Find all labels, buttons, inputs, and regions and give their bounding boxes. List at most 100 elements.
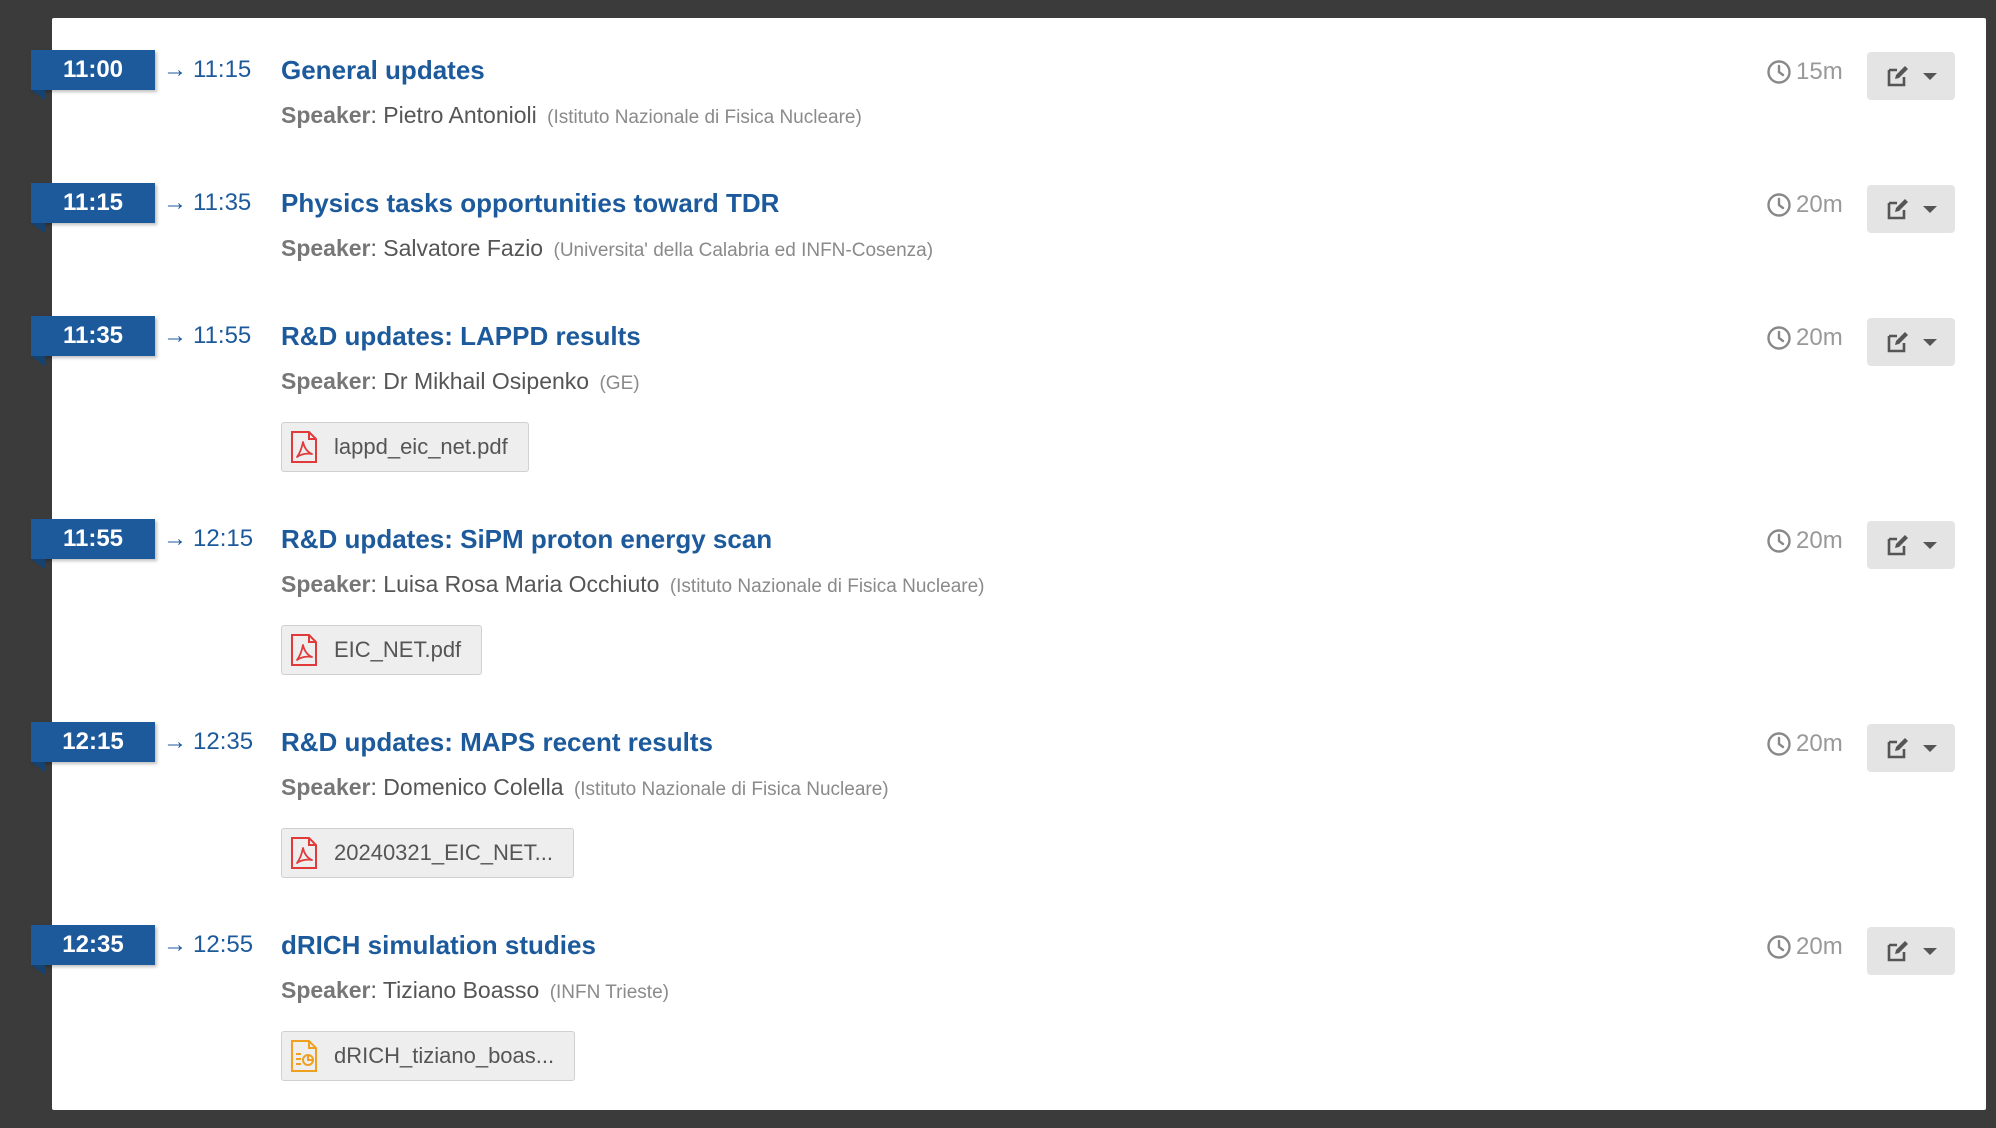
arrow-right-icon: → (163, 56, 187, 83)
speaker-name: Pietro Antonioli (383, 102, 537, 128)
duration: 20m (1766, 185, 1843, 225)
speaker-label: Speaker (281, 774, 371, 800)
end-time-value: 12:15 (193, 525, 254, 552)
edit-icon (1887, 66, 1908, 87)
speaker-line: Speaker: Luisa Rosa Maria Occhiuto (Isti… (281, 571, 985, 597)
speaker-affiliation: (GE) (599, 373, 640, 394)
start-time-flag: 12:35 (31, 925, 155, 975)
attachment-button[interactable]: dRICH_tiziano_boas... (281, 1031, 576, 1081)
speaker-name: Salvatore Fazio (383, 235, 544, 261)
speaker-label: Speaker (281, 102, 371, 128)
speaker-line: Speaker: Pietro Antonioli (Istituto Nazi… (281, 102, 862, 128)
pdf-file-icon (291, 431, 317, 463)
edit-icon (1887, 332, 1908, 353)
arrow-right-icon: → (163, 189, 187, 216)
clock-icon (1767, 326, 1791, 350)
start-time-flag: 11:00 (31, 50, 155, 100)
attachment-filename: lappd_eic_net.pdf (334, 434, 508, 459)
duration-value: 20m (1796, 191, 1843, 218)
speaker-name: Tiziano Boasso (382, 977, 540, 1003)
end-time: → 11:55 (163, 316, 251, 356)
contribution-title[interactable]: Physics tasks opportunities toward TDR (281, 183, 779, 223)
contribution-title[interactable]: R&D updates: LAPPD results (281, 316, 641, 356)
clock-icon (1767, 732, 1791, 756)
arrow-right-icon: → (163, 525, 187, 552)
start-time-flag: 11:35 (31, 316, 155, 366)
attachment-filename: dRICH_tiziano_boas... (334, 1043, 555, 1068)
edit-icon (1887, 199, 1908, 220)
edit-icon (1887, 941, 1908, 962)
duration: 15m (1766, 52, 1843, 92)
duration-value: 20m (1796, 324, 1843, 351)
speaker-affiliation: (INFN Trieste) (549, 982, 669, 1003)
clock-icon (1767, 935, 1791, 959)
speaker-line: Speaker: Salvatore Fazio (Universita' de… (281, 235, 934, 261)
edit-menu-button[interactable] (1867, 318, 1955, 366)
end-time-value: 11:55 (193, 322, 252, 349)
speaker-label: Speaker (281, 977, 371, 1003)
speaker-line: Speaker: Dr Mikhail Osipenko (GE) (281, 368, 640, 394)
speaker-name: Dr Mikhail Osipenko (383, 368, 590, 394)
attachment-button[interactable]: lappd_eic_net.pdf (281, 422, 529, 472)
end-time: → 11:15 (163, 50, 251, 90)
attachment-button[interactable]: EIC_NET.pdf (281, 625, 483, 675)
duration: 20m (1766, 521, 1843, 561)
duration-value: 20m (1796, 933, 1843, 960)
chevron-down-icon (1923, 205, 1937, 213)
pdf-file-icon (291, 634, 317, 666)
duration: 20m (1766, 724, 1843, 764)
end-time-value: 11:15 (193, 56, 252, 83)
speaker-line: Speaker: Tiziano Boasso (INFN Trieste) (281, 977, 669, 1003)
speaker-line: Speaker: Domenico Colella (Istituto Nazi… (281, 774, 889, 800)
speaker-affiliation: (Istituto Nazionale di Fisica Nucleare) (573, 779, 889, 800)
duration-value: 15m (1796, 58, 1843, 85)
arrow-right-icon: → (163, 322, 187, 349)
end-time: → 12:55 (163, 925, 253, 965)
contribution-title[interactable]: dRICH simulation studies (281, 925, 596, 965)
attachment-button[interactable]: 20240321_EIC_NET... (281, 828, 574, 878)
start-time-flag: 12:15 (31, 722, 155, 772)
end-time-value: 12:35 (193, 728, 254, 755)
arrow-right-icon: → (163, 728, 187, 755)
speaker-label: Speaker (281, 368, 371, 394)
duration-value: 20m (1796, 527, 1843, 554)
chevron-down-icon (1923, 947, 1937, 955)
end-time-value: 11:35 (193, 189, 252, 216)
edit-menu-button[interactable] (1867, 521, 1955, 569)
edit-menu-button[interactable] (1867, 185, 1955, 233)
attachment-filename: 20240321_EIC_NET... (334, 840, 553, 865)
start-time-flag: 11:55 (31, 519, 155, 569)
edit-menu-button[interactable] (1867, 724, 1955, 772)
edit-menu-button[interactable] (1867, 927, 1955, 975)
edit-menu-button[interactable] (1867, 52, 1955, 100)
speaker-label: Speaker (281, 571, 371, 597)
speaker-label: Speaker (281, 235, 371, 261)
presentation-file-icon (291, 1040, 317, 1072)
contribution-title[interactable]: R&D updates: SiPM proton energy scan (281, 519, 772, 559)
start-time-flag: 11:15 (31, 183, 155, 233)
attachment-filename: EIC_NET.pdf (334, 637, 462, 662)
clock-icon (1767, 60, 1791, 84)
clock-icon (1767, 529, 1791, 553)
clock-icon (1767, 193, 1791, 217)
edit-icon (1887, 535, 1908, 556)
end-time: → 11:35 (163, 183, 251, 223)
pdf-file-icon (291, 837, 317, 869)
end-time: → 12:15 (163, 519, 253, 559)
arrow-right-icon: → (163, 931, 187, 958)
speaker-affiliation: (Istituto Nazionale di Fisica Nucleare) (547, 107, 862, 128)
speaker-affiliation: (Istituto Nazionale di Fisica Nucleare) (669, 576, 985, 597)
speaker-name: Luisa Rosa Maria Occhiuto (383, 571, 660, 597)
speaker-affiliation: (Universita' della Calabria ed INFN-Cose… (553, 240, 934, 261)
timetable: 11:00 → 11:15 General updates Speaker: Pi… (0, 0, 1996, 1128)
duration: 20m (1766, 318, 1843, 358)
contribution-title[interactable]: General updates (281, 50, 485, 90)
edit-icon (1887, 738, 1908, 759)
chevron-down-icon (1923, 541, 1937, 549)
chevron-down-icon (1923, 338, 1937, 346)
end-time: → 12:35 (163, 722, 253, 762)
duration-value: 20m (1796, 730, 1843, 757)
end-time-value: 12:55 (193, 931, 254, 958)
contribution-title[interactable]: R&D updates: MAPS recent results (281, 722, 713, 762)
chevron-down-icon (1923, 72, 1937, 80)
